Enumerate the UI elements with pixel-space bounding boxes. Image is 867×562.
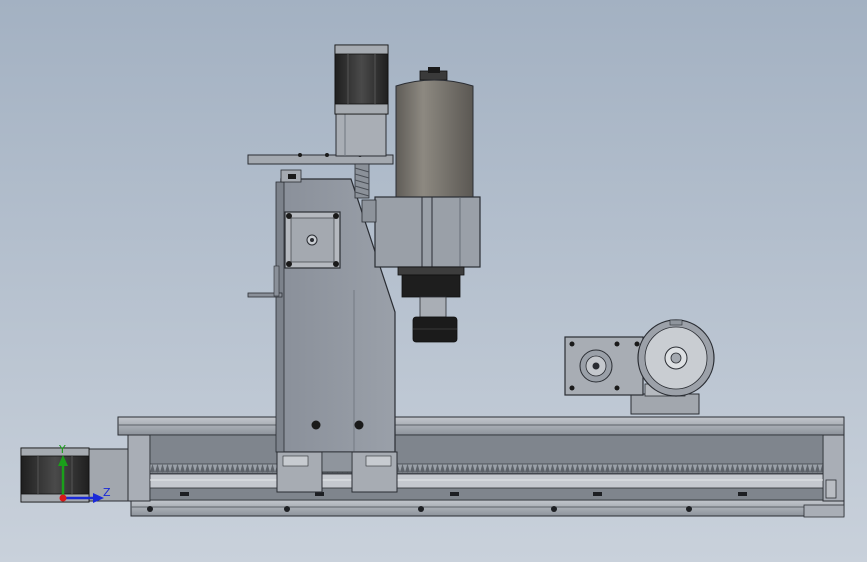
cnc-assembly-drawing: Y Z — [20, 44, 845, 518]
base-bottom-rail — [130, 499, 845, 517]
spindle-clamp — [374, 196, 481, 268]
base-foot-right — [803, 504, 845, 518]
z-motor-coupler-housing — [335, 112, 387, 157]
gantry-bolt — [311, 420, 321, 430]
triad-z-label: Z — [103, 486, 111, 499]
coupler-right — [825, 479, 837, 499]
base-top-rail — [117, 416, 845, 436]
gantry-bolt — [354, 420, 364, 430]
spindle-lower-collar — [397, 266, 465, 276]
rotary-axis-unit — [564, 319, 715, 415]
ball-screw-rack — [149, 463, 824, 474]
base-end-plate-left — [127, 434, 151, 502]
base-frame — [117, 416, 845, 518]
z-axis-assembly — [247, 44, 394, 199]
cad-viewport[interactable]: Y Z — [0, 0, 867, 562]
triad-y-label: Y — [58, 443, 66, 456]
spindle-nose — [401, 274, 461, 298]
spindle-motor-body — [395, 79, 474, 199]
rotary-mount-base — [630, 393, 700, 415]
gantry-back-plate — [275, 181, 285, 453]
triad-origin — [59, 494, 67, 502]
guide-rod — [149, 473, 824, 489]
x-axis-stepper-motor — [20, 447, 129, 503]
